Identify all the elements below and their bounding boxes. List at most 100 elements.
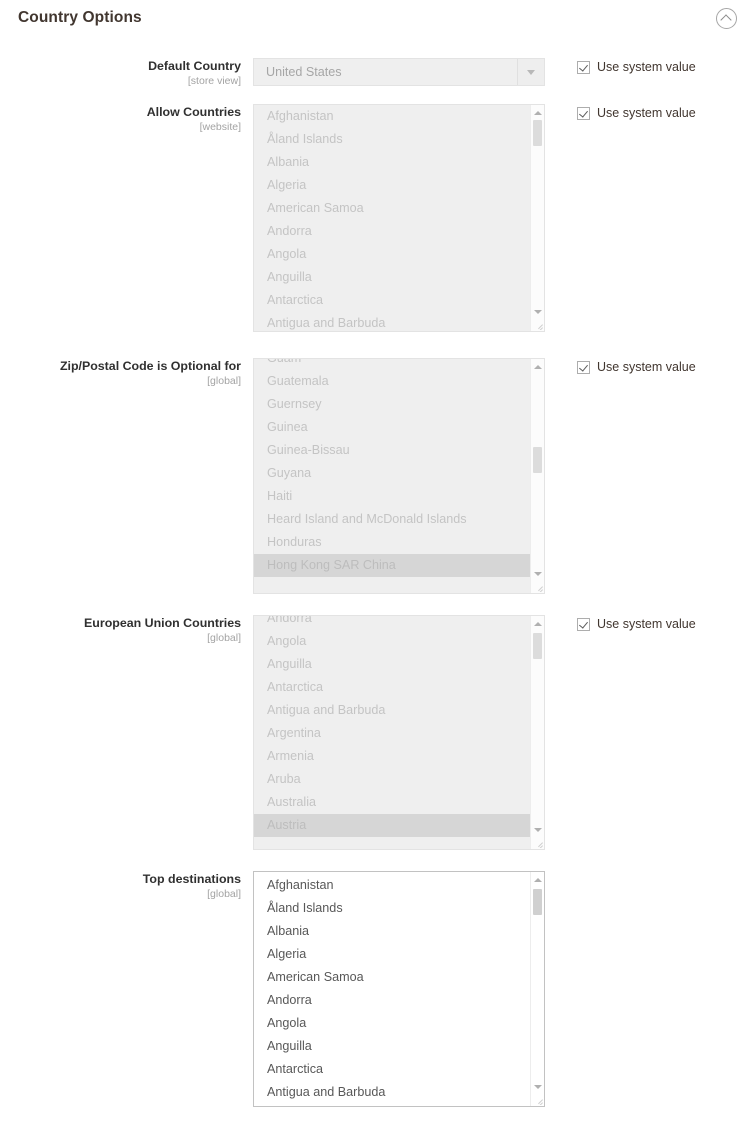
- option-item[interactable]: Guinea-Bissau: [254, 439, 530, 462]
- field-extra-default-country: Use system value: [545, 58, 696, 74]
- section-header: Country Options: [0, 0, 750, 36]
- option-item[interactable]: Armenia: [254, 745, 530, 768]
- chevron-down-icon[interactable]: [517, 59, 544, 85]
- vertical-scrollbar[interactable]: [530, 872, 544, 1106]
- scrollbar-thumb[interactable]: [533, 447, 542, 473]
- option-item[interactable]: Angola: [254, 243, 530, 266]
- option-item[interactable]: Antigua and Barbuda: [254, 1081, 530, 1104]
- option-item[interactable]: Argentina: [254, 722, 530, 745]
- vertical-scrollbar[interactable]: [530, 105, 544, 331]
- option-item[interactable]: Anguilla: [254, 266, 530, 289]
- zip-optional-multiselect[interactable]: GuamGuatemalaGuernseyGuineaGuinea-Bissau…: [253, 358, 545, 594]
- option-item[interactable]: Antarctica: [254, 676, 530, 699]
- use-system-value-label: Use system value: [597, 617, 696, 631]
- chevron-up-circle-icon: [715, 7, 737, 29]
- resize-handle[interactable]: [531, 836, 543, 848]
- option-item[interactable]: Guernsey: [254, 393, 530, 416]
- label-text: Top destinations: [142, 872, 241, 886]
- option-item[interactable]: Antarctica: [254, 1058, 530, 1081]
- field-control-allow-countries: Afghanistan Åland Islands Albania Algeria Am…: [253, 104, 545, 332]
- option-item[interactable]: Andorra: [254, 616, 530, 630]
- scrollbar-thumb[interactable]: [533, 889, 542, 915]
- option-item[interactable]: Guam: [254, 359, 530, 370]
- option-item[interactable]: Guatemala: [254, 370, 530, 393]
- option-item[interactable]: Aruba: [254, 768, 530, 791]
- field-row-allow-countries: Allow Countries [website] Afghanistan Åland…: [8, 104, 696, 332]
- use-system-value-label: Use system value: [597, 360, 696, 374]
- resize-handle[interactable]: [531, 318, 543, 330]
- option-item[interactable]: Antigua and Barbuda: [254, 312, 530, 331]
- top-destinations-multiselect[interactable]: Afghanistan Åland Islands Albania Algeria Am…: [253, 871, 545, 1107]
- checkbox-checked-icon[interactable]: [577, 60, 590, 74]
- option-item[interactable]: Guyana: [254, 462, 530, 485]
- field-row-top-destinations: Top destinations [global] Afghanistan Åland…: [8, 871, 577, 1107]
- field-row-zip-optional: Zip/Postal Code is Optional for [global] G…: [8, 358, 696, 594]
- option-item[interactable]: Honduras: [254, 531, 530, 554]
- label-text: Default Country: [148, 59, 241, 73]
- option-item[interactable]: Algeria: [254, 174, 530, 197]
- field-control-default-country: United States: [253, 58, 545, 86]
- scrollbar-thumb[interactable]: [533, 120, 542, 146]
- scroll-up-arrow-icon[interactable]: [531, 106, 544, 119]
- vertical-scrollbar[interactable]: [530, 616, 544, 849]
- use-system-value-eu-countries[interactable]: Use system value: [577, 617, 696, 631]
- use-system-value-allow-countries[interactable]: Use system value: [577, 106, 696, 120]
- default-country-select[interactable]: United States: [253, 58, 545, 86]
- scroll-up-arrow-icon[interactable]: [531, 873, 544, 886]
- checkbox-checked-icon[interactable]: [577, 106, 590, 120]
- option-item[interactable]: Albania: [254, 920, 530, 943]
- scroll-down-arrow-icon[interactable]: [531, 1080, 544, 1093]
- option-item[interactable]: Afghanistan: [254, 874, 530, 897]
- field-label-allow-countries: Allow Countries [website]: [8, 104, 253, 134]
- option-item[interactable]: Anguilla: [254, 1035, 530, 1058]
- scroll-up-arrow-icon[interactable]: [531, 360, 544, 373]
- collapse-section-button[interactable]: [712, 4, 740, 32]
- country-options-form: Default Country [store view] United States…: [0, 36, 750, 1107]
- vertical-scrollbar[interactable]: [530, 359, 544, 593]
- field-label-top-destinations: Top destinations [global]: [8, 871, 253, 901]
- scroll-down-arrow-icon[interactable]: [531, 823, 544, 836]
- label-text: Zip/Postal Code is Optional for: [59, 359, 241, 373]
- default-country-selected-value: United States: [266, 65, 342, 79]
- option-item[interactable]: American Samoa: [254, 197, 530, 220]
- scroll-up-arrow-icon[interactable]: [531, 617, 544, 630]
- option-item[interactable]: Antigua and Barbuda: [254, 699, 530, 722]
- allow-countries-multiselect[interactable]: Afghanistan Åland Islands Albania Algeria Am…: [253, 104, 545, 332]
- option-item[interactable]: Hong Kong SAR China: [254, 554, 530, 577]
- scrollbar-thumb[interactable]: [533, 633, 542, 659]
- option-item[interactable]: Angola: [254, 630, 530, 653]
- option-item[interactable]: Andorra: [254, 989, 530, 1012]
- option-item[interactable]: Anguilla: [254, 653, 530, 676]
- field-control-eu-countries: Andorra Angola Anguilla Antarctica Antigua a…: [253, 615, 545, 850]
- resize-handle[interactable]: [531, 1093, 543, 1105]
- option-item[interactable]: Andorra: [254, 220, 530, 243]
- scroll-down-arrow-icon[interactable]: [531, 567, 544, 580]
- option-item[interactable]: Austria: [254, 814, 530, 837]
- option-item[interactable]: Guinea: [254, 416, 530, 439]
- option-item[interactable]: Angola: [254, 1012, 530, 1035]
- option-item[interactable]: Heard Island and McDonald Islands: [254, 508, 530, 531]
- label-text: Allow Countries: [146, 105, 241, 119]
- use-system-value-zip-optional[interactable]: Use system value: [577, 360, 696, 374]
- label-scope: [global]: [207, 375, 241, 387]
- option-item[interactable]: Åland Islands: [254, 897, 530, 920]
- use-system-value-default-country[interactable]: Use system value: [577, 60, 696, 74]
- checkbox-checked-icon[interactable]: [577, 360, 590, 374]
- checkbox-checked-icon[interactable]: [577, 617, 590, 631]
- option-item[interactable]: Afghanistan: [254, 105, 530, 128]
- eu-countries-multiselect[interactable]: Andorra Angola Anguilla Antarctica Antigua a…: [253, 615, 545, 850]
- option-item[interactable]: Albania: [254, 151, 530, 174]
- option-item[interactable]: Algeria: [254, 943, 530, 966]
- option-item[interactable]: Haiti: [254, 485, 530, 508]
- field-label-zip-optional: Zip/Postal Code is Optional for [global]: [8, 358, 253, 388]
- label-scope: [global]: [207, 632, 241, 644]
- option-item[interactable]: Antarctica: [254, 289, 530, 312]
- option-item[interactable]: Australia: [254, 791, 530, 814]
- field-label-eu-countries: European Union Countries [global]: [8, 615, 253, 645]
- field-extra-zip-optional: Use system value: [545, 358, 696, 374]
- scroll-down-arrow-icon[interactable]: [531, 305, 544, 318]
- label-scope: [global]: [207, 888, 241, 900]
- option-item[interactable]: Åland Islands: [254, 128, 530, 151]
- resize-handle[interactable]: [531, 580, 543, 592]
- option-item[interactable]: American Samoa: [254, 966, 530, 989]
